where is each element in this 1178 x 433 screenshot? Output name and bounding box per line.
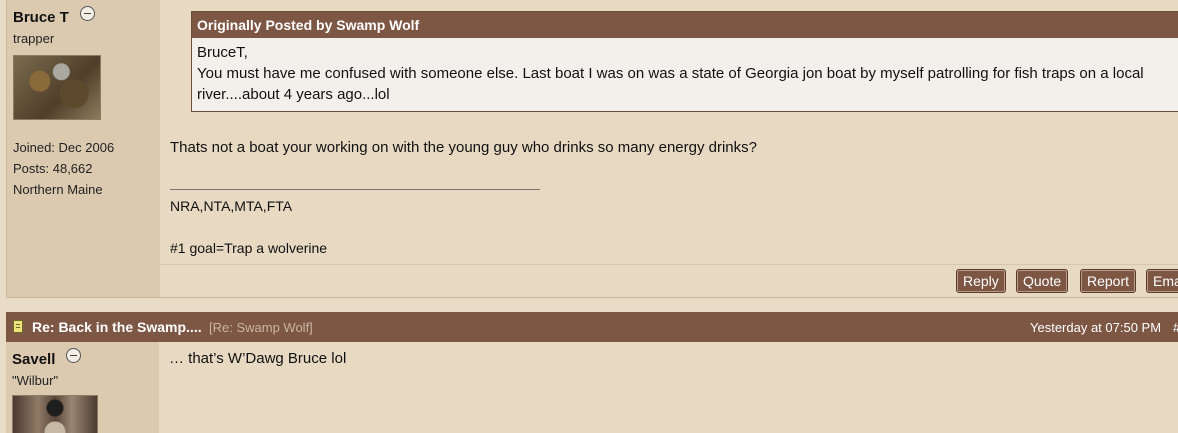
author-title: "Wilbur" (12, 373, 59, 388)
post-content: Originally Posted by Swamp Wolf BruceT, … (160, 0, 1178, 297)
post-content: … that’s W’Dawg Bruce lol (159, 342, 1178, 433)
signature-line: #1 goal=Trap a wolverine (170, 240, 328, 256)
post-action-bar: Reply Quote Report Email (160, 264, 1178, 298)
post-permalink[interactable]: # (1173, 320, 1178, 335)
post-message: … that’s W’Dawg Bruce lol (169, 350, 347, 367)
author-joined: Joined: Dec 2006 (13, 140, 115, 155)
report-button[interactable]: Report (1080, 269, 1137, 293)
post-timestamp: Yesterday at 07:50 PM (1030, 320, 1162, 335)
author-avatar[interactable] (13, 55, 101, 120)
author-name-link[interactable]: Savell (12, 351, 55, 368)
post-savell: Savell "Wilbur" … that’s W’Dawg Bruce lo… (6, 342, 1178, 433)
post-icon (13, 320, 23, 333)
signature-line: NRA,NTA,MTA,FTA (170, 198, 293, 214)
reply-button[interactable]: Reply (956, 269, 1006, 293)
quote-button[interactable]: Quote (1016, 269, 1069, 293)
author-location: Northern Maine (13, 182, 103, 197)
quote-block: Originally Posted by Swamp Wolf BruceT, … (191, 11, 1178, 112)
reply-to-tag[interactable]: [Re: Swamp Wolf] (209, 320, 313, 335)
post-bruce-t: Bruce T trapper Joined: Dec 2006 Posts: … (6, 0, 1178, 298)
thread-title-link[interactable]: Re: Back in the Swamp.... (32, 319, 202, 335)
quote-header: Originally Posted by Swamp Wolf (192, 12, 1178, 38)
quote-line: You must have me confused with someone e… (197, 65, 1144, 82)
author-name-link[interactable]: Bruce T (13, 9, 69, 26)
post-header-bar: Re: Back in the Swamp.... [Re: Swamp Wol… (6, 312, 1178, 342)
quote-body: BruceT, You must have me confused with s… (192, 38, 1178, 105)
author-avatar[interactable] (12, 395, 98, 433)
quote-line: river....about 4 years ago...lol (197, 86, 390, 103)
author-title: trapper (13, 31, 55, 46)
offline-status-icon (80, 6, 95, 21)
signature-divider (170, 189, 540, 190)
forum-page: Bruce T trapper Joined: Dec 2006 Posts: … (0, 0, 1178, 433)
post-author-sidebar: Savell "Wilbur" (6, 342, 159, 433)
quote-line: BruceT, (197, 44, 248, 61)
author-post-count: Posts: 48,662 (13, 161, 93, 176)
email-button[interactable]: Email (1146, 269, 1178, 293)
offline-status-icon (66, 348, 81, 363)
post-author-sidebar: Bruce T trapper Joined: Dec 2006 Posts: … (7, 0, 160, 297)
post-message: Thats not a boat your working on with th… (170, 139, 757, 156)
